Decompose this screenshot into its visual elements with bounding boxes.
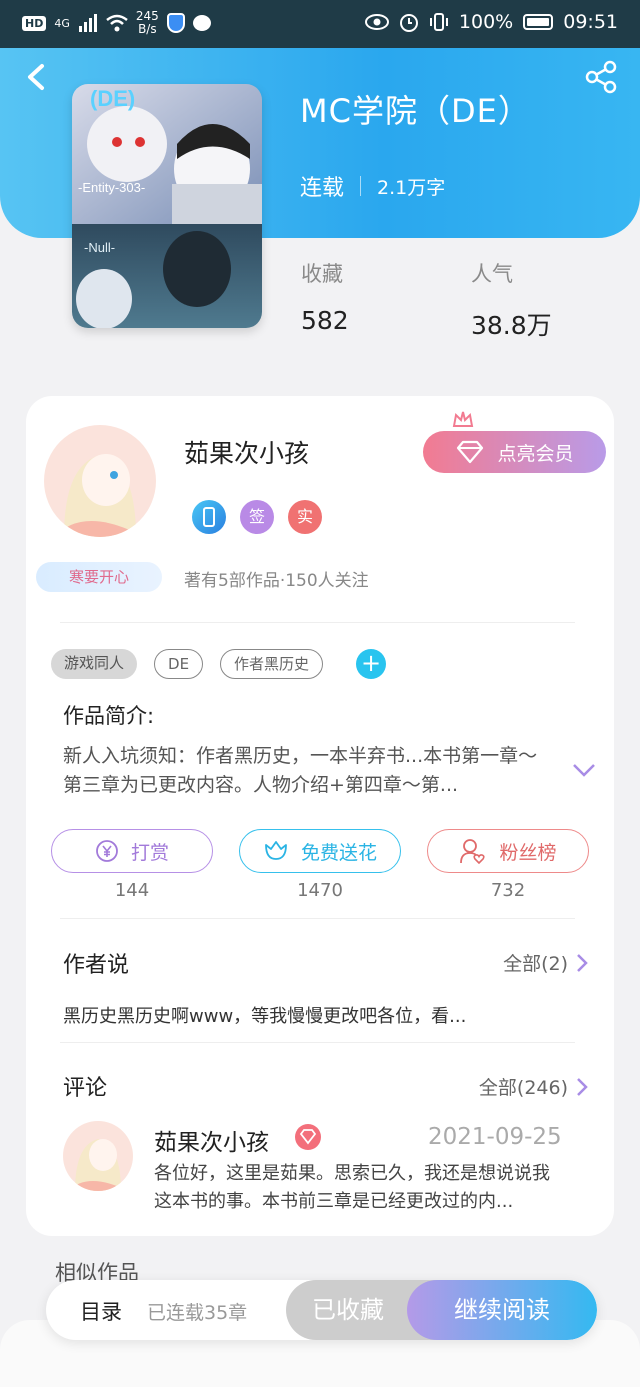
send-flower-button[interactable]: 免费送花: [239, 829, 401, 873]
flower-count: 1470: [297, 880, 343, 901]
clock: 09:51: [563, 11, 618, 33]
diamond-icon: [295, 1124, 321, 1150]
phone-badge-icon: [192, 500, 226, 534]
fans-count: 732: [490, 880, 526, 901]
divider: [60, 918, 575, 919]
popularity-stat: 人气 38.8万: [471, 258, 552, 342]
svg-text:-Entity-303-: -Entity-303-: [78, 180, 145, 195]
network-speed: 245 B/s: [135, 9, 159, 36]
comment-avatar[interactable]: [63, 1121, 133, 1191]
comment-date: 2021-09-25: [428, 1124, 562, 1150]
author-stats: 著有5部作品·150人关注: [184, 571, 369, 591]
book-title: MC学院（DE）: [300, 92, 531, 130]
favorites-stat: 收藏 582: [301, 258, 349, 335]
hd-indicator: HD: [22, 15, 47, 31]
status-bar: HD 4G 245 B/s 100% 09:51: [0, 0, 640, 48]
verified-badge: 实: [288, 500, 322, 534]
eye-icon: [364, 14, 389, 30]
vibrate-icon: [429, 13, 448, 31]
crown-icon: [452, 411, 474, 427]
divider: [60, 622, 575, 623]
person-heart-icon: [460, 839, 486, 864]
share-icon[interactable]: [584, 60, 618, 94]
author-name[interactable]: 茹果次小孩: [184, 434, 309, 470]
add-tag-button[interactable]: +: [356, 649, 387, 679]
avatar-pendant: 寒要开心: [36, 562, 162, 592]
intro-heading: 作品简介:: [63, 704, 155, 728]
battery-icon: [523, 14, 554, 30]
author-avatar[interactable]: [44, 425, 156, 537]
meta-divider: [360, 176, 362, 196]
svg-text:(DE): (DE): [90, 86, 135, 111]
wifi-icon: [106, 14, 128, 32]
author-says-more-link[interactable]: 全部(2): [503, 949, 588, 976]
popularity-label: 人气: [471, 262, 513, 286]
network-type: 4G: [54, 16, 70, 30]
diamond-icon: [457, 440, 484, 464]
reward-button[interactable]: 打赏: [51, 829, 213, 873]
popularity-value: 38.8万: [471, 311, 552, 340]
comment-text[interactable]: 各位好，这里是茹果。思索已久，我还是想说说我这本书的事。本书前三章是已经更改过的…: [154, 1160, 564, 1216]
chevron-down-icon[interactable]: [571, 760, 597, 780]
divider: [60, 1042, 575, 1043]
book-status: 连载: [300, 176, 345, 201]
back-arrow-icon[interactable]: [22, 60, 52, 94]
book-cover[interactable]: (DE) -Entity-303- -Null-: [72, 84, 262, 328]
tag-item[interactable]: 游戏同人: [51, 649, 138, 679]
flower-icon: [265, 841, 287, 860]
catalog-button[interactable]: 目录: [80, 1296, 122, 1326]
chevron-right-icon: [577, 953, 588, 972]
comment-author-name[interactable]: 茹果次小孩: [154, 1123, 269, 1157]
signed-badge: 签: [240, 500, 274, 534]
chapter-count[interactable]: 已连载35章: [147, 1298, 247, 1325]
book-meta: 连载 2.1万字: [300, 170, 445, 202]
message-bubble-icon: [192, 15, 211, 31]
comments-more-link[interactable]: 全部(246): [479, 1073, 588, 1100]
author-says-text[interactable]: 黑历史黑历史啊www，等我慢慢更改吧各位，看...: [63, 1002, 466, 1028]
favorites-value: 582: [301, 306, 349, 335]
comments-heading: 评论: [63, 1076, 108, 1101]
battery-percent: 100%: [458, 11, 514, 33]
continue-reading-button[interactable]: 继续阅读: [407, 1280, 597, 1340]
vip-button[interactable]: 点亮会员: [423, 431, 606, 473]
tag-item[interactable]: DE: [154, 649, 204, 679]
tag-list: 游戏同人 DE 作者黑历史 +: [51, 649, 387, 679]
reward-count: 144: [114, 880, 150, 901]
author-says-heading: 作者说: [63, 953, 130, 978]
chevron-right-icon: [577, 1077, 588, 1096]
yen-icon: [96, 840, 118, 862]
favorites-label: 收藏: [301, 262, 343, 286]
alarm-icon: [399, 14, 418, 32]
security-shield-icon: [166, 13, 185, 33]
signal-icon: [78, 14, 97, 32]
intro-text[interactable]: 新人入坑须知：作者黑历史，一本半弃书...本书第一章～第三章为已更改内容。人物介…: [63, 742, 551, 800]
bottom-action-bar: 目录 已连载35章 已收藏 继续阅读: [46, 1280, 597, 1340]
svg-text:-Null-: -Null-: [84, 240, 115, 255]
word-count: 2.1万字: [377, 176, 446, 199]
fans-ranking-button[interactable]: 粉丝榜: [427, 829, 589, 873]
author-badges: 签 实: [192, 500, 322, 534]
tag-item[interactable]: 作者黑历史: [220, 649, 324, 679]
